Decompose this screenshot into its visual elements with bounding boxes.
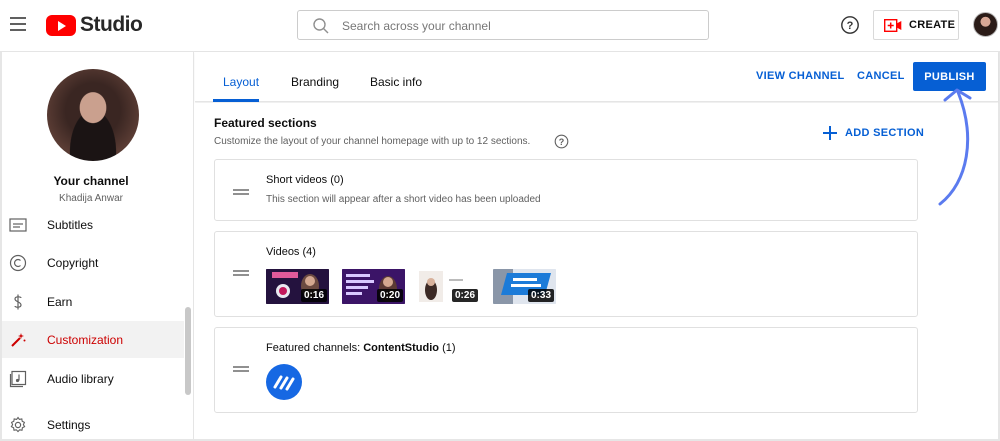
card-title: Short videos (0) xyxy=(266,174,344,186)
sidebar-item-label: Customization xyxy=(47,332,124,347)
logo-text: Studio xyxy=(80,13,143,36)
video-thumbnail[interactable]: 0:26 xyxy=(417,269,480,304)
tab-layout[interactable]: Layout xyxy=(223,75,259,89)
sidebar-item-label: Copyright xyxy=(47,255,99,270)
audio-library-icon xyxy=(9,370,27,387)
active-tab-indicator xyxy=(213,99,259,102)
top-bar: Studio ? CREATE xyxy=(0,0,1000,52)
sidebar-item-settings[interactable]: Settings xyxy=(2,406,184,439)
magic-wand-icon xyxy=(11,332,26,347)
channel-name: Khadija Anwar xyxy=(59,193,123,204)
contentstudio-logo-mark xyxy=(273,375,295,391)
drag-handle-icon[interactable] xyxy=(233,189,249,195)
search-box[interactable] xyxy=(297,10,709,40)
dollar-icon xyxy=(14,294,22,309)
sidebar-item-label: Settings xyxy=(47,417,91,432)
svg-text:?: ? xyxy=(559,137,565,147)
tab-basic-info[interactable]: Basic info xyxy=(370,75,422,89)
sidebar: Your channel Khadija Anwar Subtitles Cop… xyxy=(2,52,194,439)
gear-icon xyxy=(10,416,26,432)
svg-text:?: ? xyxy=(847,20,854,32)
video-duration: 0:26 xyxy=(451,289,478,302)
create-label: CREATE xyxy=(909,19,956,31)
sidebar-item-label: Audio library xyxy=(47,371,114,386)
copyright-icon xyxy=(9,254,27,271)
drag-handle-icon[interactable] xyxy=(233,366,249,372)
view-channel-button[interactable]: VIEW CHANNEL xyxy=(756,70,845,82)
help-icon[interactable]: ? xyxy=(554,134,569,149)
main-panel: Layout Branding Basic info VIEW CHANNEL … xyxy=(195,52,998,439)
plus-icon xyxy=(823,126,837,140)
video-duration: 0:16 xyxy=(300,289,327,302)
card-subtitle: This section will appear after a short v… xyxy=(266,194,541,205)
account-avatar[interactable] xyxy=(973,12,998,37)
sidebar-item-label: Subtitles xyxy=(47,217,94,232)
section-title: Featured sections xyxy=(214,116,317,130)
video-thumbnail[interactable]: 0:33 xyxy=(493,269,556,304)
video-camera-icon xyxy=(884,18,902,32)
section-card-videos[interactable]: Videos (4) 0:16 0:20 0:26 0:33 xyxy=(214,231,918,317)
layout-content: Featured sections Customize the layout o… xyxy=(195,103,998,439)
sidebar-scrollbar[interactable] xyxy=(185,307,191,395)
sidebar-item-subtitles[interactable]: Subtitles xyxy=(2,206,184,243)
add-section-button[interactable]: ADD SECTION xyxy=(823,126,924,140)
annotation-arrow-icon xyxy=(938,88,972,206)
cancel-button[interactable]: CANCEL xyxy=(857,70,905,82)
channel-avatar[interactable] xyxy=(47,69,139,161)
section-description: Customize the layout of your channel hom… xyxy=(214,136,531,147)
search-icon xyxy=(313,18,329,34)
studio-logo[interactable]: Studio xyxy=(46,13,143,37)
sidebar-item-label: Earn xyxy=(47,294,73,309)
video-thumbnail[interactable]: 0:16 xyxy=(266,269,329,304)
tabs-bar: Layout Branding Basic info VIEW CHANNEL … xyxy=(195,52,998,102)
card-title: Featured channels: ContentStudio (1) xyxy=(266,342,456,354)
video-duration: 0:33 xyxy=(527,289,554,302)
section-card-short-videos[interactable]: Short videos (0) This section will appea… xyxy=(214,159,918,221)
search-input[interactable] xyxy=(342,16,692,36)
subtitles-icon xyxy=(9,217,27,232)
sidebar-item-audio-library[interactable]: Audio library xyxy=(2,360,184,397)
menu-icon[interactable] xyxy=(10,17,26,31)
tab-branding[interactable]: Branding xyxy=(291,75,339,89)
help-icon[interactable]: ? xyxy=(840,15,860,35)
video-thumbnail[interactable]: 0:20 xyxy=(342,269,405,304)
create-button[interactable]: CREATE xyxy=(873,10,959,40)
drag-handle-icon[interactable] xyxy=(233,270,249,276)
contentstudio-logo[interactable] xyxy=(266,364,302,400)
sidebar-item-earn[interactable]: Earn xyxy=(2,283,184,320)
add-section-label: ADD SECTION xyxy=(845,127,925,139)
section-card-featured-channels[interactable]: Featured channels: ContentStudio (1) xyxy=(214,327,918,413)
youtube-play-icon xyxy=(46,14,76,36)
card-title: Videos (4) xyxy=(266,246,316,258)
channel-title: Your channel xyxy=(53,174,129,188)
video-duration: 0:20 xyxy=(376,289,403,302)
sidebar-item-customization[interactable]: Customization xyxy=(2,321,184,358)
sidebar-item-copyright[interactable]: Copyright xyxy=(2,244,184,281)
